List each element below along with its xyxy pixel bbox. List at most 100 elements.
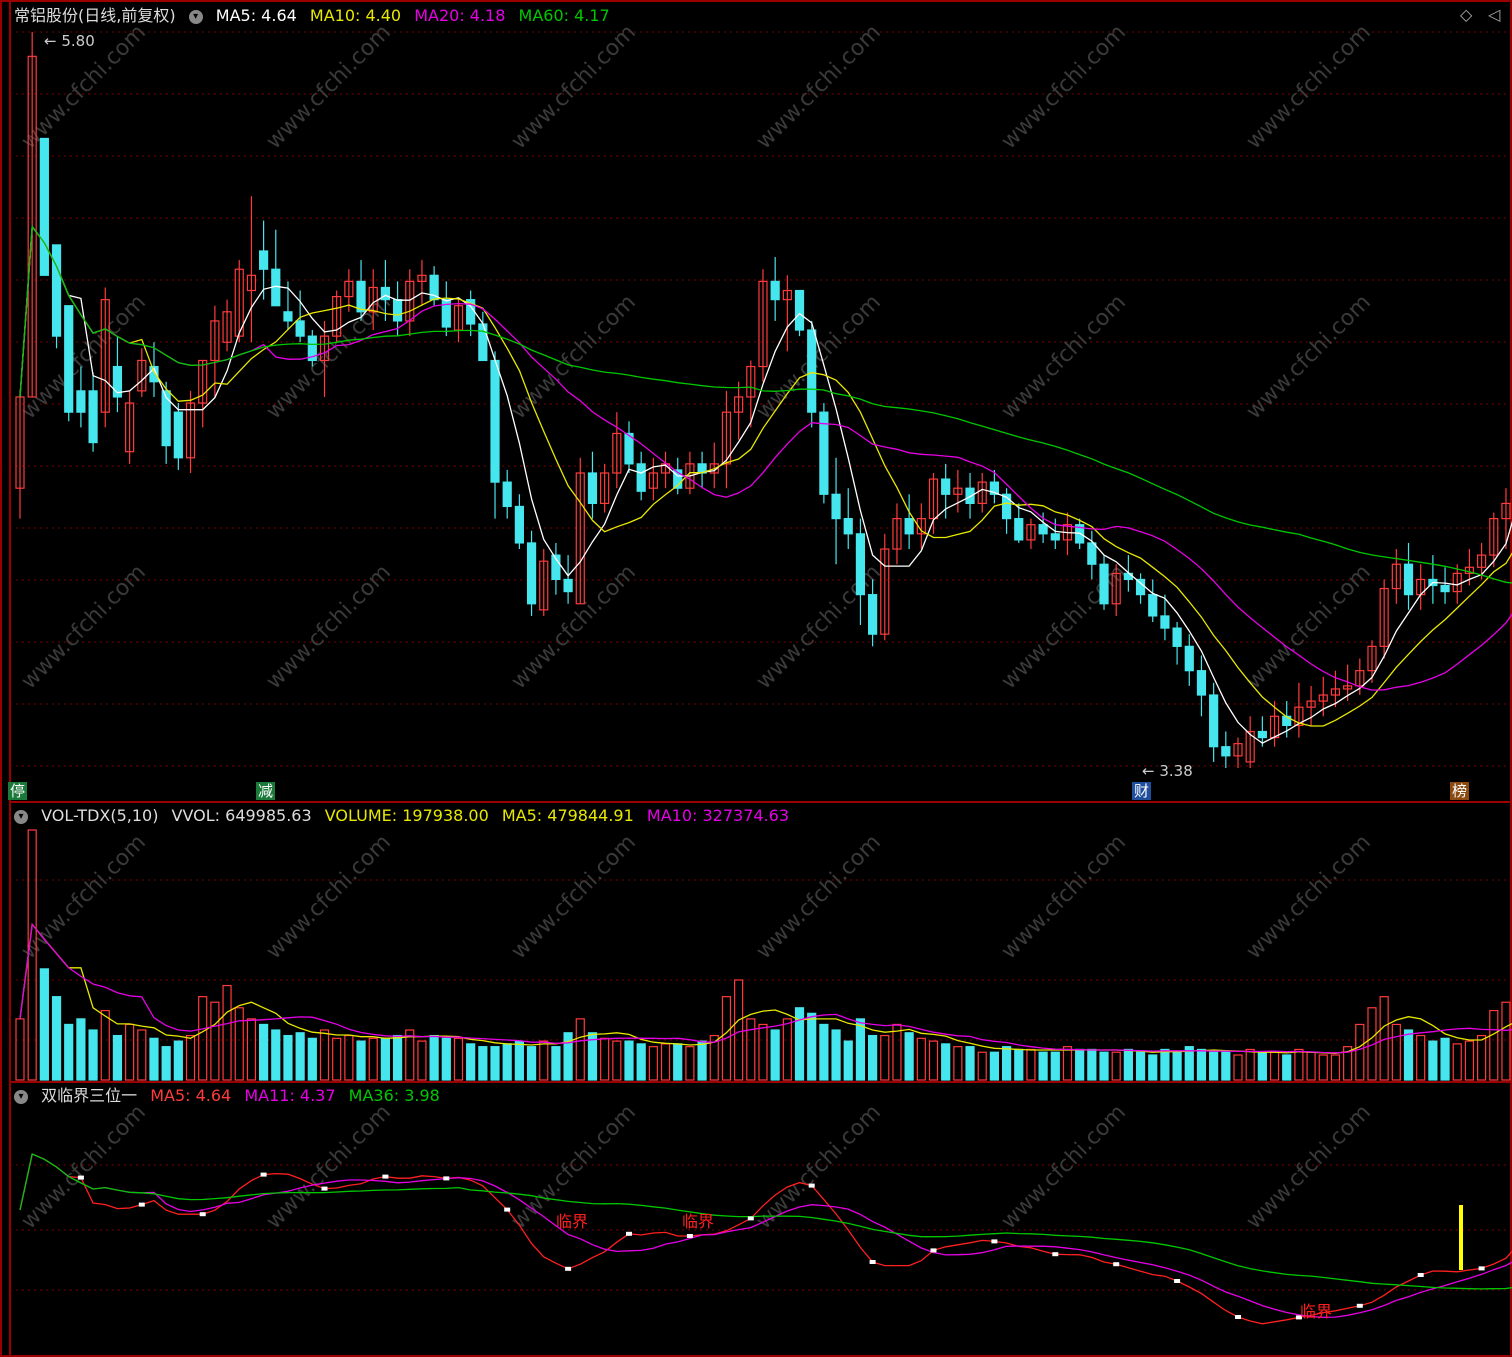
volume-bar [563, 1032, 573, 1081]
candle-body [867, 594, 878, 635]
candle-body [356, 280, 366, 313]
high-value: 5.80 [61, 32, 95, 50]
indicator-dot [686, 1234, 693, 1238]
candle-body [259, 250, 269, 270]
indicator-dot [77, 1175, 84, 1180]
volume-bar [490, 1046, 500, 1081]
indicator-header: ▾ 双临界三位一 MA5: 4.64 MA11: 4.37 MA36: 3.98 [14, 1086, 448, 1106]
volume-bar [770, 1029, 780, 1081]
volume-bar [514, 1040, 524, 1081]
candle-body [502, 481, 512, 508]
diamond-icon[interactable]: ◇ [1460, 5, 1472, 24]
volume-bar [1038, 1051, 1048, 1081]
indicator-dot [1356, 1303, 1363, 1308]
critical-label-1: 临界 [556, 1212, 589, 1231]
volume-bar [636, 1043, 646, 1081]
candle-body [514, 505, 524, 544]
candle-body [161, 390, 171, 447]
volume-bar [1403, 1029, 1414, 1081]
volume-bar [1135, 1051, 1146, 1081]
candle-body [1160, 615, 1170, 629]
volume-bar [429, 1034, 439, 1081]
volume-bar [283, 1034, 293, 1081]
volume-bar [295, 1032, 305, 1081]
dropdown-icon[interactable]: ▾ [14, 809, 28, 824]
candle-body [965, 487, 975, 505]
indicator-dot [1174, 1279, 1181, 1283]
volume-bar [51, 996, 62, 1081]
marker-suspend[interactable]: 停 [8, 782, 28, 800]
candle-body [1135, 578, 1146, 596]
indicator-dot [747, 1216, 754, 1221]
price-header: 常铝股份(日线,前复权) ▾ MA5: 4.64 MA10: 4.40 MA20… [14, 6, 618, 26]
indicator-dot [626, 1231, 632, 1236]
volume-bar [39, 968, 49, 1081]
volume-bar [1087, 1048, 1097, 1081]
volume-bar [161, 1046, 171, 1081]
candle-body [51, 244, 62, 337]
volume-bar [867, 1034, 878, 1081]
ind-ma11-label: MA11: 4.37 [244, 1086, 336, 1105]
volume-bar [502, 1043, 512, 1081]
volume-bar [526, 1046, 537, 1081]
volume-bar [478, 1046, 488, 1081]
volume-bar [1001, 1046, 1012, 1081]
candle-body [295, 320, 305, 337]
marker-finance[interactable]: 财 [1132, 782, 1152, 800]
candle-body [1014, 518, 1024, 541]
ma20-label: MA20: 4.18 [414, 6, 506, 25]
stock-title: 常铝股份(日线,前复权) [14, 6, 176, 25]
volume-bar [88, 1029, 98, 1081]
candle-body [843, 518, 853, 535]
volume-bar [1282, 1054, 1292, 1081]
volume-bar [392, 1034, 403, 1081]
candle-body [173, 411, 183, 459]
candle-body [794, 289, 805, 331]
candle-body [392, 299, 403, 322]
candle-body [904, 518, 914, 535]
indicator-dot [443, 1176, 450, 1181]
dropdown-icon[interactable]: ▾ [14, 1089, 28, 1104]
vol-ma5-label: MA5: 479844.91 [501, 806, 634, 825]
volume-bar [356, 1040, 366, 1081]
candle-body [855, 533, 866, 596]
indicator-dot [321, 1186, 328, 1191]
candle-body [1209, 694, 1219, 748]
ma10-label: MA10: 4.40 [309, 6, 402, 25]
ind-title: 双临界三位一 [41, 1086, 138, 1105]
candle-body [1403, 563, 1414, 596]
dropdown-icon[interactable]: ▾ [188, 9, 203, 24]
volume-bar [843, 1040, 853, 1081]
indicator-dot [565, 1266, 572, 1271]
candle-body [1172, 627, 1182, 647]
ind-ma5-label: MA5: 4.64 [150, 1086, 232, 1105]
indicator-dot [1052, 1252, 1059, 1257]
volume-bar [697, 1040, 707, 1081]
volume-bar [64, 1023, 74, 1081]
candle-body [1087, 542, 1097, 565]
candlestick-chart[interactable]: www.cfchi.com www.cfchi.com www.cfchi.com w… [0, 0, 1512, 1357]
marker-reduce[interactable]: 减 [256, 782, 276, 800]
indicator-dot [1113, 1262, 1120, 1267]
back-icon[interactable]: ◁ [1488, 5, 1500, 24]
indicator-dot [869, 1260, 876, 1264]
candle-body [1148, 594, 1158, 617]
volume-bar [1014, 1048, 1024, 1081]
indicator-dot [1478, 1266, 1485, 1271]
marker-rank[interactable]: 榜 [1450, 782, 1470, 800]
candle-body [587, 472, 598, 505]
volume-bar [1428, 1040, 1438, 1081]
volume-bar [76, 1018, 86, 1081]
candle-body [478, 323, 488, 362]
candle-body [941, 478, 951, 495]
candle-body [1440, 584, 1450, 593]
candle-body [1257, 730, 1267, 739]
volume-bar [1099, 1051, 1109, 1081]
volume-label: VOLUME: 197938.00 [324, 806, 489, 825]
volume-bar [1123, 1048, 1133, 1081]
volume-bar [1075, 1048, 1085, 1081]
volume-bar [1160, 1048, 1170, 1081]
vvol-label: VVOL: 649985.63 [171, 806, 312, 825]
critical-label-2: 临界 [682, 1212, 715, 1231]
volume-bar [441, 1037, 451, 1081]
